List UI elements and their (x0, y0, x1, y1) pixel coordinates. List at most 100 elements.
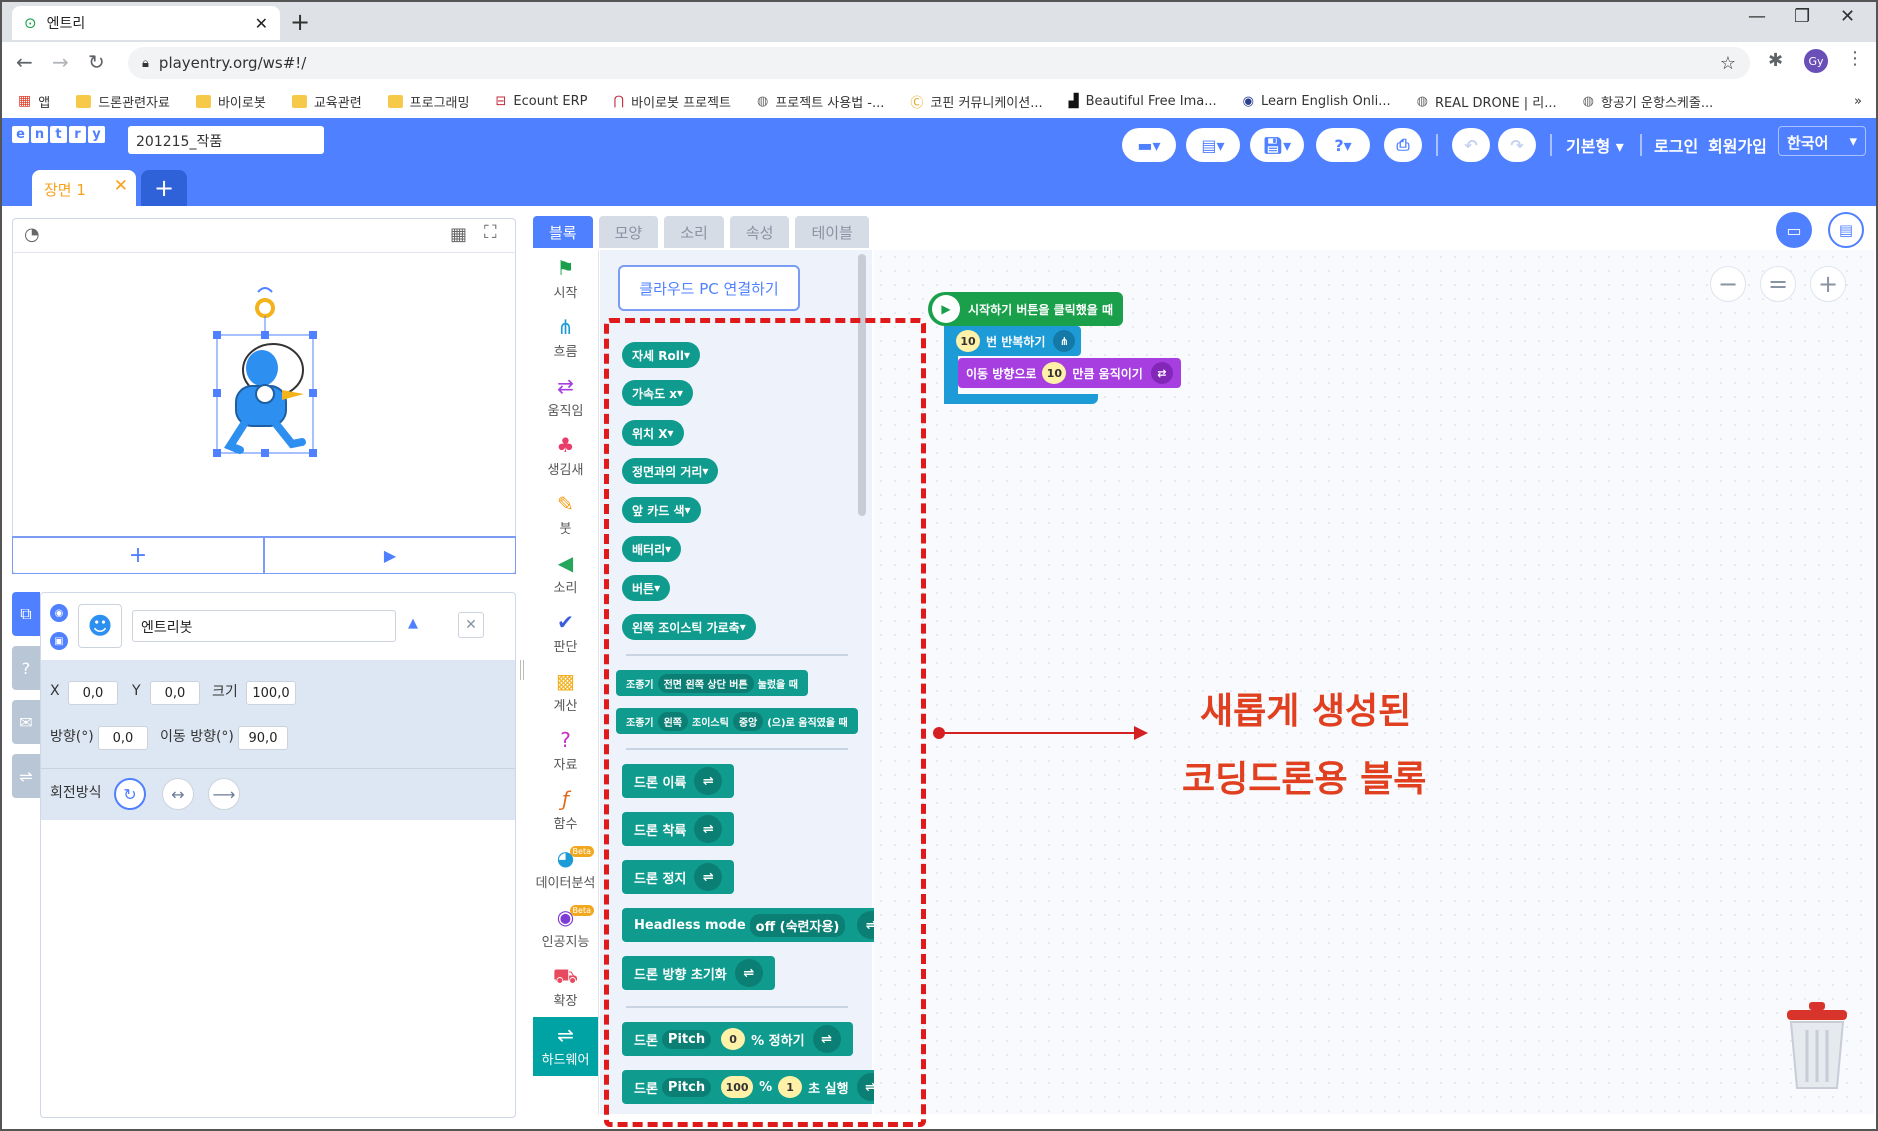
category-analysis[interactable]: ◕ 데이터분석 Beta (533, 840, 598, 899)
collapse-up-icon[interactable]: ▲ (408, 616, 418, 631)
rotate-none-button[interactable]: ⟶ (208, 778, 240, 810)
profile-avatar[interactable]: Gy (1804, 49, 1828, 73)
category-hardware[interactable]: ⇌ 하드웨어 (533, 1017, 598, 1076)
move-block[interactable]: 이동 방향으로 10 만큼 움직이기 ⇄ (958, 358, 1181, 388)
bookmarks-overflow-icon[interactable]: » (1854, 94, 1862, 109)
category-looks[interactable]: ♣ 생김새 (533, 427, 598, 486)
tab-properties[interactable]: 속성 (729, 216, 790, 248)
restore-icon[interactable]: ❐ (1794, 6, 1810, 27)
bookmark-item[interactable]: 드론관련자료 (76, 92, 170, 111)
language-select[interactable]: 한국어 ▾ (1778, 126, 1866, 156)
zoom-out-button[interactable]: − (1710, 266, 1746, 302)
forward-icon[interactable]: → (52, 50, 69, 74)
close-tab-icon[interactable]: ✕ (255, 14, 268, 33)
run-button[interactable]: ▶ (264, 537, 516, 574)
bookmark-item[interactable]: ▟ Beautiful Free Ima... (1069, 94, 1217, 109)
storage-icon[interactable]: ▤ (1828, 212, 1864, 248)
bookmark-item[interactable]: Ⓒ 코핀 커뮤니케이션... (910, 92, 1042, 111)
category-start[interactable]: ⚑ 시작 (533, 250, 598, 309)
star-icon[interactable]: ☆ (1720, 53, 1736, 74)
entry-logo[interactable]: entry (12, 126, 105, 143)
signup-link[interactable]: 회원가입 (1708, 133, 1767, 157)
tab-sounds[interactable]: 소리 (664, 216, 724, 248)
grid-icon[interactable]: ▦ (450, 224, 467, 245)
bookmark-item[interactable]: 바이로봇 (195, 92, 266, 111)
rotate-horizontal-button[interactable]: ↔ (162, 778, 194, 810)
add-object-button[interactable]: + (12, 537, 264, 574)
repeat-block[interactable]: 10 번 반복하기 ⋔ (944, 326, 1082, 356)
trash-icon[interactable] (1783, 996, 1851, 1090)
tab-blocks[interactable]: 블록 (533, 216, 593, 248)
mode-dropdown[interactable]: 기본형 ▾ (1566, 133, 1624, 157)
rotate-free-button[interactable]: ↻ (114, 778, 146, 810)
category-extension[interactable]: ⛟ 확장 (533, 958, 598, 1017)
visibility-eye-icon[interactable]: ◉ (50, 604, 68, 622)
new-tab-button[interactable]: + (290, 8, 310, 36)
minimize-icon[interactable]: — (1748, 6, 1766, 27)
bookmark-apps[interactable]: ▦ 앱 (18, 92, 50, 111)
extensions-icon[interactable]: ✱ (1768, 50, 1783, 71)
object-thumbnail[interactable]: ☻ (78, 604, 122, 648)
url-bar[interactable]: 🔒︎ playentry.org/ws#!/ ☆ (128, 47, 1750, 79)
bookmark-item[interactable]: ◉ Learn English Onli... (1243, 94, 1391, 109)
object-name-input[interactable]: 엔트리봇 (132, 610, 396, 642)
bookmark-item[interactable]: ◍ REAL DRONE | 리... (1417, 92, 1557, 111)
category-data[interactable]: ? 자료 (533, 722, 598, 781)
zoom-reset-button[interactable]: = (1760, 266, 1796, 302)
print-icon[interactable]: ⎙ (1384, 128, 1422, 162)
redo-icon[interactable]: ↷ (1498, 128, 1536, 162)
x-field[interactable]: 0,0 (68, 681, 118, 705)
hardware-tab[interactable]: ⇌ (12, 754, 40, 798)
new-project-menu-button[interactable]: ▬▾ (1122, 128, 1176, 162)
speed-gauge-icon[interactable]: ◔ (24, 224, 40, 245)
looks-icon: ♣ (556, 433, 575, 457)
entrybot-sprite[interactable] (200, 278, 340, 468)
fullscreen-icon[interactable]: ⛶ (484, 222, 497, 243)
add-scene-button[interactable]: + (141, 170, 187, 206)
comment-icon[interactable]: ▭ (1776, 212, 1812, 248)
menu-kebab-icon[interactable]: ⋮ (1846, 48, 1864, 69)
object-tab[interactable]: ⧉ (12, 592, 40, 636)
bookmark-item[interactable]: ◍ 항공기 운항스케줄... (1583, 92, 1714, 111)
help-menu-button[interactable]: ?▾ (1316, 128, 1370, 162)
panel-resize-handle[interactable] (520, 660, 524, 680)
tab-table[interactable]: 테이블 (795, 216, 869, 248)
reload-icon[interactable]: ↻ (88, 50, 105, 74)
start-event-block[interactable]: ▶ 시작하기 버튼을 클릭했을 때 (928, 292, 1124, 326)
category-flow[interactable]: ⋔ 흐름 (533, 309, 598, 368)
category-move[interactable]: ⇄ 움직임 (533, 368, 598, 427)
bookmark-item[interactable]: ◍ 프로젝트 사용법 -... (757, 92, 884, 111)
save-menu-button[interactable]: 💾︎▾ (1250, 128, 1304, 162)
bookmark-item[interactable]: 교육관련 (291, 92, 362, 111)
close-scene-icon[interactable]: ✕ (114, 176, 128, 196)
move-direction-field[interactable]: 90,0 (238, 726, 288, 750)
y-field[interactable]: 0,0 (150, 681, 200, 705)
category-ai[interactable]: ◉ 인공지능 Beta (533, 899, 598, 958)
login-link[interactable]: 로그인 (1654, 133, 1698, 157)
console-tab[interactable]: ✉ (12, 700, 40, 744)
category-judge[interactable]: ✔ 판단 (533, 604, 598, 663)
back-icon[interactable]: ← (16, 50, 33, 74)
tab-shapes[interactable]: 모양 (598, 216, 659, 248)
category-brush[interactable]: ✎ 붓 (533, 486, 598, 545)
zoom-in-button[interactable]: + (1810, 266, 1846, 302)
help-tab[interactable]: ? (12, 646, 40, 690)
bookmark-item[interactable]: ⊟ Ecount ERP (495, 94, 587, 109)
close-window-icon[interactable]: ✕ (1840, 6, 1855, 27)
direction-field[interactable]: 0,0 (98, 726, 148, 750)
browser-tab[interactable]: ⊙ 엔트리 ✕ (12, 6, 280, 40)
cloud-pc-connect-button[interactable]: 클라우드 PC 연결하기 (618, 265, 800, 311)
bookmark-item[interactable]: 프로그래밍 (387, 92, 469, 111)
undo-icon[interactable]: ↶ (1452, 128, 1490, 162)
size-field[interactable]: 100,0 (246, 681, 296, 705)
header-divider (1550, 134, 1552, 156)
project-name-input[interactable]: 201215_작품 (128, 126, 324, 154)
scene-tab[interactable]: 장면 1 ✕ (32, 170, 136, 206)
lock-object-icon[interactable]: ▣ (50, 632, 68, 650)
bookmark-item[interactable]: ⋂ 바이로봇 프로젝트 (613, 92, 730, 111)
category-function[interactable]: ƒ 함수 (533, 781, 598, 840)
category-sound[interactable]: ◀ 소리 (533, 545, 598, 604)
file-menu-button[interactable]: ▤▾ (1186, 128, 1240, 162)
delete-object-icon[interactable]: ✕ (458, 612, 484, 638)
category-calc[interactable]: ▩ 계산 (533, 663, 598, 722)
